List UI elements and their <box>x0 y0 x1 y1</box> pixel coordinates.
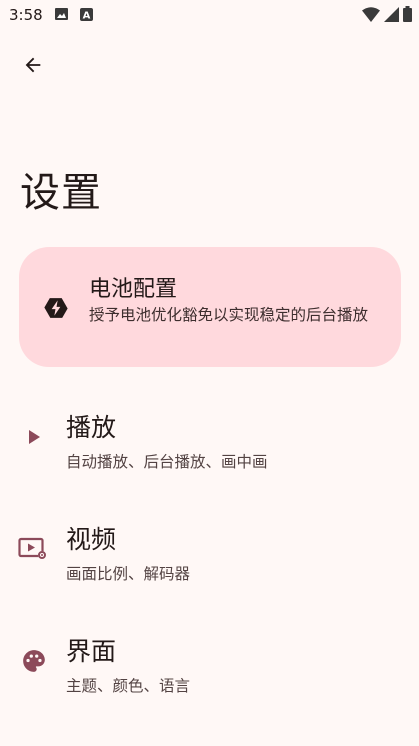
settings-item-subtitle: 画面比例、解码器 <box>66 565 191 583</box>
battery-bolt-icon <box>44 298 68 318</box>
arrow-left-icon <box>25 57 41 73</box>
battery-config-card[interactable]: 电池配置 授予电池优化豁免以实现稳定的后台播放 <box>19 247 401 367</box>
settings-item-title: 界面 <box>66 637 117 666</box>
settings-item-playback[interactable]: 播放 自动播放、后台播放、画中画 <box>0 390 419 490</box>
settings-item-title: 播放 <box>66 413 117 442</box>
play-icon <box>20 423 48 451</box>
battery-card-title: 电池配置 <box>89 277 178 302</box>
wifi-icon <box>362 6 380 22</box>
status-time: 3:58 <box>9 6 43 24</box>
page-title: 设置 <box>20 170 102 216</box>
battery-icon <box>403 6 412 22</box>
settings-item-interface[interactable]: 界面 主题、颜色、语言 <box>0 614 419 714</box>
settings-item-video[interactable]: 视频 画面比例、解码器 <box>0 502 419 602</box>
status-right-icons <box>362 6 412 22</box>
settings-item-subtitle: 主题、颜色、语言 <box>66 677 191 695</box>
palette-icon <box>20 647 48 675</box>
video-settings-icon <box>18 535 48 563</box>
svg-text:A: A <box>83 11 91 22</box>
signal-icon <box>384 6 399 22</box>
back-button[interactable] <box>18 50 48 80</box>
settings-item-subtitle: 自动播放、后台播放、画中画 <box>66 453 268 471</box>
status-bar: 3:58 A <box>0 0 419 30</box>
settings-screen: 3:58 A 设置 电池配置 授予电池优化豁免以实现稳定的后台播放 播放 自动播… <box>0 0 419 746</box>
settings-item-title: 视频 <box>66 525 117 554</box>
image-icon <box>55 8 68 20</box>
battery-card-description: 授予电池优化豁免以实现稳定的后台播放 <box>89 306 369 324</box>
a-badge-icon: A <box>80 8 93 21</box>
